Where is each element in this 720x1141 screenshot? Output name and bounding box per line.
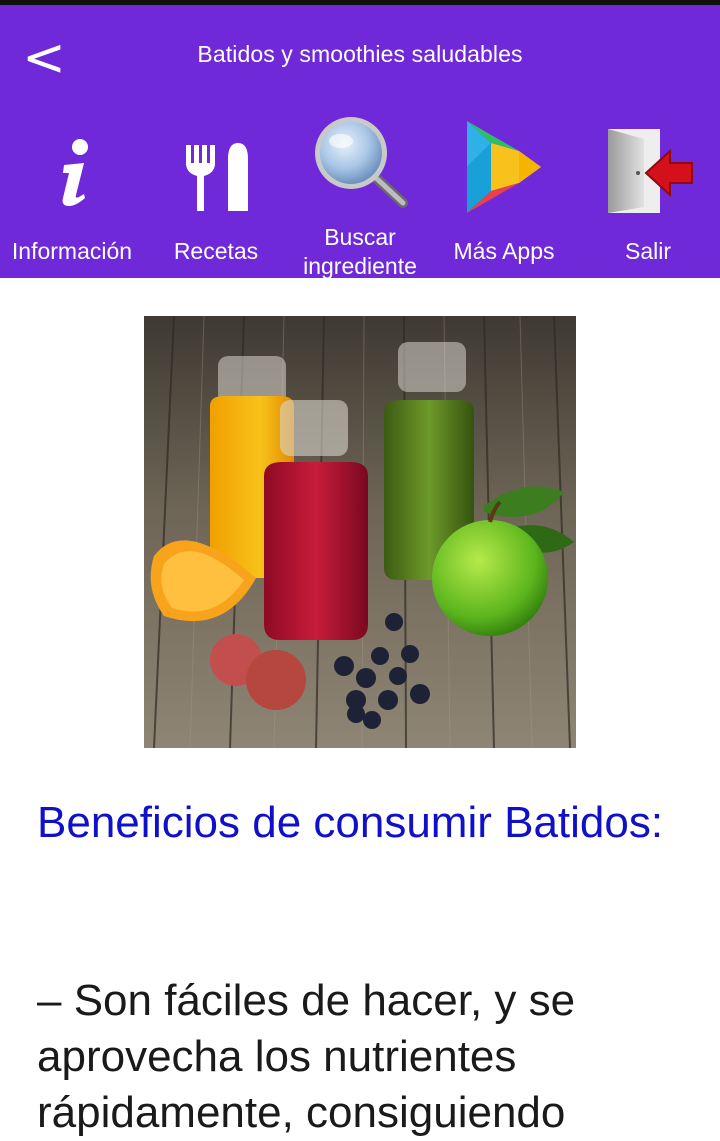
toolbar-item-buscar-ingrediente[interactable]: Buscar ingrediente [288, 107, 432, 279]
toolbar-label: Información [11, 238, 133, 264]
smoothie-bottles-image [144, 316, 576, 748]
toolbar-item-informacion[interactable]: Información [0, 107, 144, 278]
toolbar-item-salir[interactable]: Salir [576, 107, 720, 278]
fork-knife-icon [144, 115, 288, 223]
body-paragraph: – Son fáciles de hacer, y se aprovecha l… [37, 976, 576, 1137]
back-button[interactable]: < [22, 32, 66, 84]
toolbar-label: Buscar ingrediente [303, 224, 417, 279]
toolbar-label: Más Apps [453, 238, 555, 264]
toolbar-item-mas-apps[interactable]: Más Apps [432, 107, 576, 278]
toolbar: Información Recetas Buscar ingrediente M… [0, 107, 720, 279]
toolbar-item-recetas[interactable]: Recetas [144, 107, 288, 278]
play-store-icon [432, 115, 576, 223]
section-heading: Beneficios de consumir Batidos: [37, 798, 664, 847]
info-icon [0, 115, 144, 223]
magnifier-icon [288, 113, 432, 221]
toolbar-label: Recetas [173, 238, 259, 264]
app-bar: < Batidos y smoothies saludables Informa… [0, 5, 720, 279]
toolbar-label: Salir [624, 238, 671, 264]
exit-door-icon [576, 115, 720, 223]
app-title: Batidos y smoothies saludables [197, 41, 523, 67]
